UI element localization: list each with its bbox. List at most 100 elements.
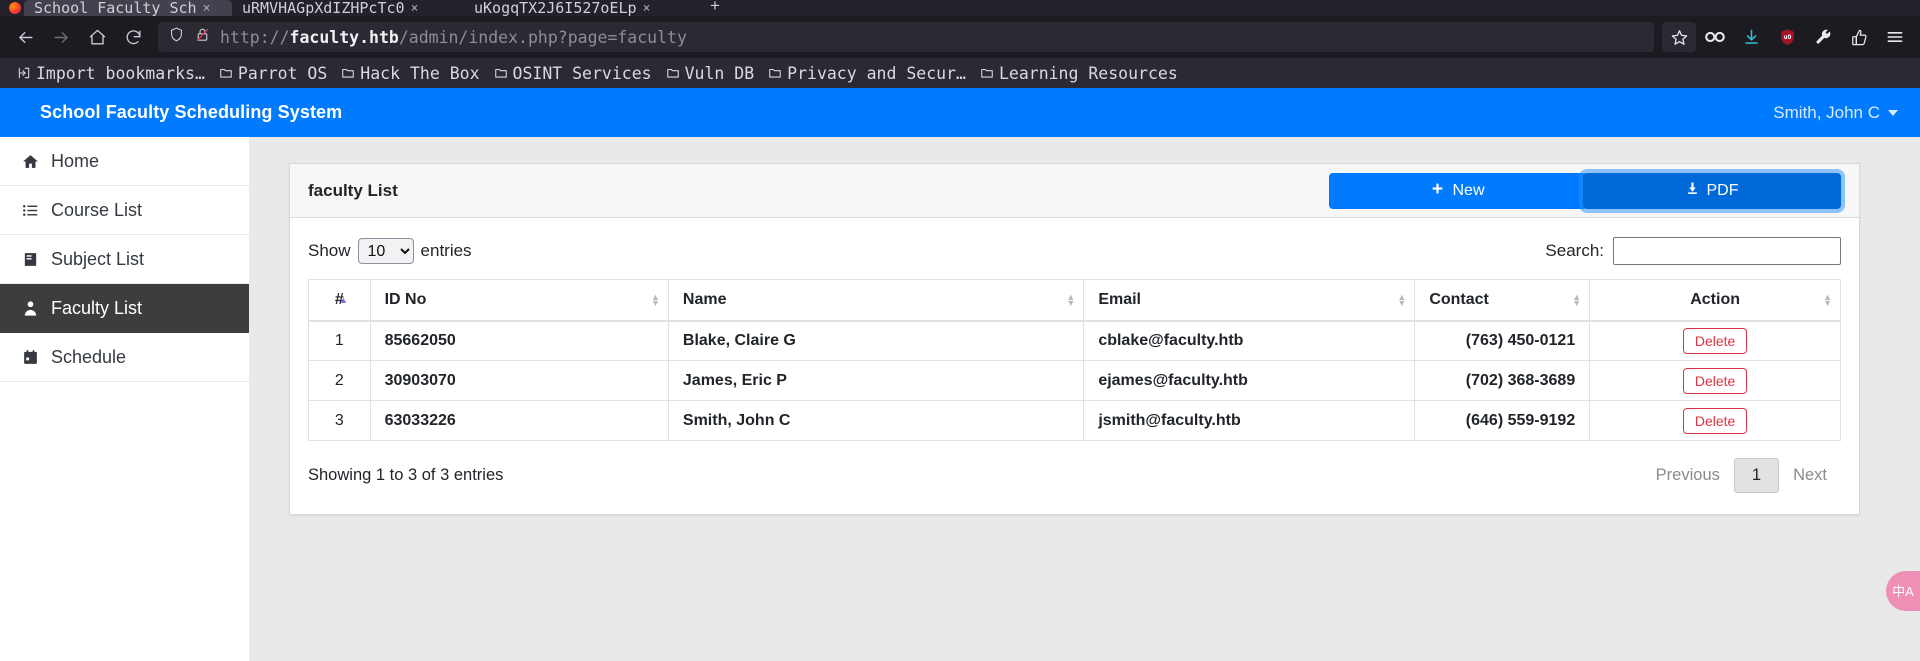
pdf-button-label: PDF xyxy=(1706,181,1739,199)
column-header-name[interactable]: Name ▲ ▼ xyxy=(667,279,1085,322)
address-bar[interactable]: http://faculty.htb/admin/index.php?page=… xyxy=(158,22,1654,52)
cell-contact: (702) 368-3689 xyxy=(1414,360,1591,401)
column-header-contact[interactable]: Contact ▲ ▼ xyxy=(1414,279,1591,322)
browser-tab-2[interactable]: uRMVHAGpXdIZHPcTc0 × xyxy=(232,0,464,16)
user-tie-icon xyxy=(20,300,40,317)
column-header-action[interactable]: Action ▲ ▼ xyxy=(1589,279,1841,322)
bookmarks-bar: Import bookmarks… Parrot OS Hack The Box… xyxy=(0,58,1920,88)
sidebar-item-home[interactable]: Home xyxy=(0,137,249,186)
column-header-id-no[interactable]: ID No ▲ ▼ xyxy=(369,279,669,322)
download-icon xyxy=(1686,181,1699,200)
card-title: faculty List xyxy=(308,180,398,200)
new-button[interactable]: New xyxy=(1329,172,1587,209)
folder-icon xyxy=(666,68,679,78)
pagination-page-1[interactable]: 1 xyxy=(1733,457,1780,493)
bookmark-hack-the-box[interactable]: Hack The Box xyxy=(334,64,486,83)
sidebar-item-label: Subject List xyxy=(51,248,145,269)
translate-widget-icon[interactable]: 中A xyxy=(1886,571,1920,611)
sort-icon: ▲ ▼ xyxy=(1066,291,1076,308)
infinity-icon[interactable] xyxy=(1698,22,1732,52)
table-body: 1 85662050 Blake, Claire G cblake@facult… xyxy=(308,320,1841,441)
column-header-email[interactable]: Email ▲ ▼ xyxy=(1083,279,1416,322)
pagination-next[interactable]: Next xyxy=(1779,461,1841,490)
cell-number: 3 xyxy=(308,400,371,441)
back-button[interactable] xyxy=(8,22,42,52)
cell-number: 2 xyxy=(308,360,371,401)
sidebar-item-course-list[interactable]: Course List xyxy=(0,186,249,235)
browser-tab-1[interactable]: School Faculty Sch × xyxy=(24,0,232,16)
home-icon xyxy=(20,153,40,170)
bookmark-label: Privacy and Secur… xyxy=(787,63,966,83)
new-tab-button[interactable]: + xyxy=(696,0,734,16)
show-label: Show xyxy=(308,241,351,260)
reload-icon[interactable] xyxy=(116,22,150,52)
folder-icon xyxy=(981,68,993,78)
column-label: Name xyxy=(682,290,727,308)
datatable-controls: Show 10 25 50 100 entries Search xyxy=(308,234,1841,268)
sidebar-item-label: Home xyxy=(51,150,100,171)
bookmark-label: OSINT Services xyxy=(512,63,652,83)
forward-button[interactable] xyxy=(44,22,78,52)
ublock-origin-icon[interactable]: uO xyxy=(1770,22,1804,52)
import-icon xyxy=(18,67,30,79)
bookmark-learning-resources[interactable]: Learning Resources xyxy=(973,64,1185,83)
table-info: Showing 1 to 3 of 3 entries xyxy=(308,465,504,484)
sidebar: Home Course List Subject List Faculty Li… xyxy=(0,137,249,661)
wrench-icon[interactable] xyxy=(1806,22,1840,52)
column-header-number[interactable]: # ▲ xyxy=(308,279,371,322)
hamburger-menu-icon[interactable] xyxy=(1878,22,1912,52)
cell-id-no: 85662050 xyxy=(369,320,669,361)
firefox-logo-icon xyxy=(6,0,24,16)
bookmark-label: Parrot OS xyxy=(237,63,328,83)
svg-text:uO: uO xyxy=(1783,34,1791,41)
cell-email: ejames@faculty.htb xyxy=(1083,360,1416,401)
tab-strip: School Faculty Sch × uRMVHAGpXdIZHPcTc0 … xyxy=(0,0,1920,16)
pagination: Previous 1 Next xyxy=(1642,457,1841,493)
sidebar-item-label: Course List xyxy=(51,199,143,220)
page-length-select[interactable]: 10 25 50 100 xyxy=(357,238,414,264)
cell-name: James, Eric P xyxy=(667,360,1085,401)
lock-crossed-icon[interactable] xyxy=(194,26,211,48)
close-icon[interactable]: × xyxy=(203,1,211,16)
home-icon[interactable] xyxy=(80,22,114,52)
column-label: Contact xyxy=(1429,290,1489,308)
card-header-buttons: New PDF xyxy=(1329,172,1841,209)
bookmark-parrot-os[interactable]: Parrot OS xyxy=(212,64,334,83)
cell-id-no: 63033226 xyxy=(369,400,669,441)
delete-button[interactable]: Delete xyxy=(1682,407,1748,434)
browser-navigation-bar: http://faculty.htb/admin/index.php?page=… xyxy=(0,16,1920,58)
browser-tab-3[interactable]: uKogqTX2J6I527oELp × xyxy=(464,0,696,16)
cell-contact: (646) 559-9192 xyxy=(1414,400,1591,441)
bookmark-vuln-db[interactable]: Vuln DB xyxy=(659,64,762,83)
delete-button[interactable]: Delete xyxy=(1682,327,1748,354)
shield-icon[interactable] xyxy=(168,26,185,48)
table-head: # ▲ ID No ▲ ▼ Name ▲ ▼ Email ▲ ▼ Contact… xyxy=(308,279,1841,322)
user-menu-label: Smith, John C xyxy=(1773,102,1880,122)
cell-email: cblake@faculty.htb xyxy=(1083,320,1416,361)
sidebar-item-faculty-list[interactable]: Faculty List xyxy=(0,284,249,333)
column-label: Action xyxy=(1690,290,1740,308)
book-icon xyxy=(20,251,40,268)
close-icon[interactable]: × xyxy=(411,1,419,16)
bookmark-label: Learning Resources xyxy=(998,63,1178,83)
delete-button[interactable]: Delete xyxy=(1682,367,1748,394)
sort-icon: ▲ ▼ xyxy=(1823,291,1832,308)
bookmark-osint-services[interactable]: OSINT Services xyxy=(487,64,659,83)
table-row: 3 63033226 Smith, John C jsmith@faculty.… xyxy=(308,400,1841,441)
main-content: faculty List New PDF Show 10 entries Sea… xyxy=(249,137,1920,661)
close-icon[interactable]: × xyxy=(643,1,651,16)
pdf-button[interactable]: PDF xyxy=(1583,172,1841,209)
star-icon[interactable] xyxy=(1662,22,1696,52)
sidebar-item-schedule[interactable]: Schedule xyxy=(0,333,249,382)
bookmark-import-bookmarks[interactable]: Import bookmarks… xyxy=(10,64,212,83)
sidebar-item-subject-list[interactable]: Subject List xyxy=(0,235,249,284)
user-menu[interactable]: Smith, John C xyxy=(1773,103,1898,123)
pocket-icon[interactable] xyxy=(1842,22,1876,52)
plus-icon xyxy=(1431,182,1444,200)
download-icon[interactable] xyxy=(1734,22,1768,52)
pagination-previous[interactable]: Previous xyxy=(1642,461,1734,490)
cell-action: Delete xyxy=(1589,360,1841,401)
search-input[interactable] xyxy=(1613,237,1841,265)
bookmark-privacy-and-security[interactable]: Privacy and Secur… xyxy=(761,64,973,83)
table-row: 2 30903070 James, Eric P ejames@faculty.… xyxy=(308,360,1841,401)
